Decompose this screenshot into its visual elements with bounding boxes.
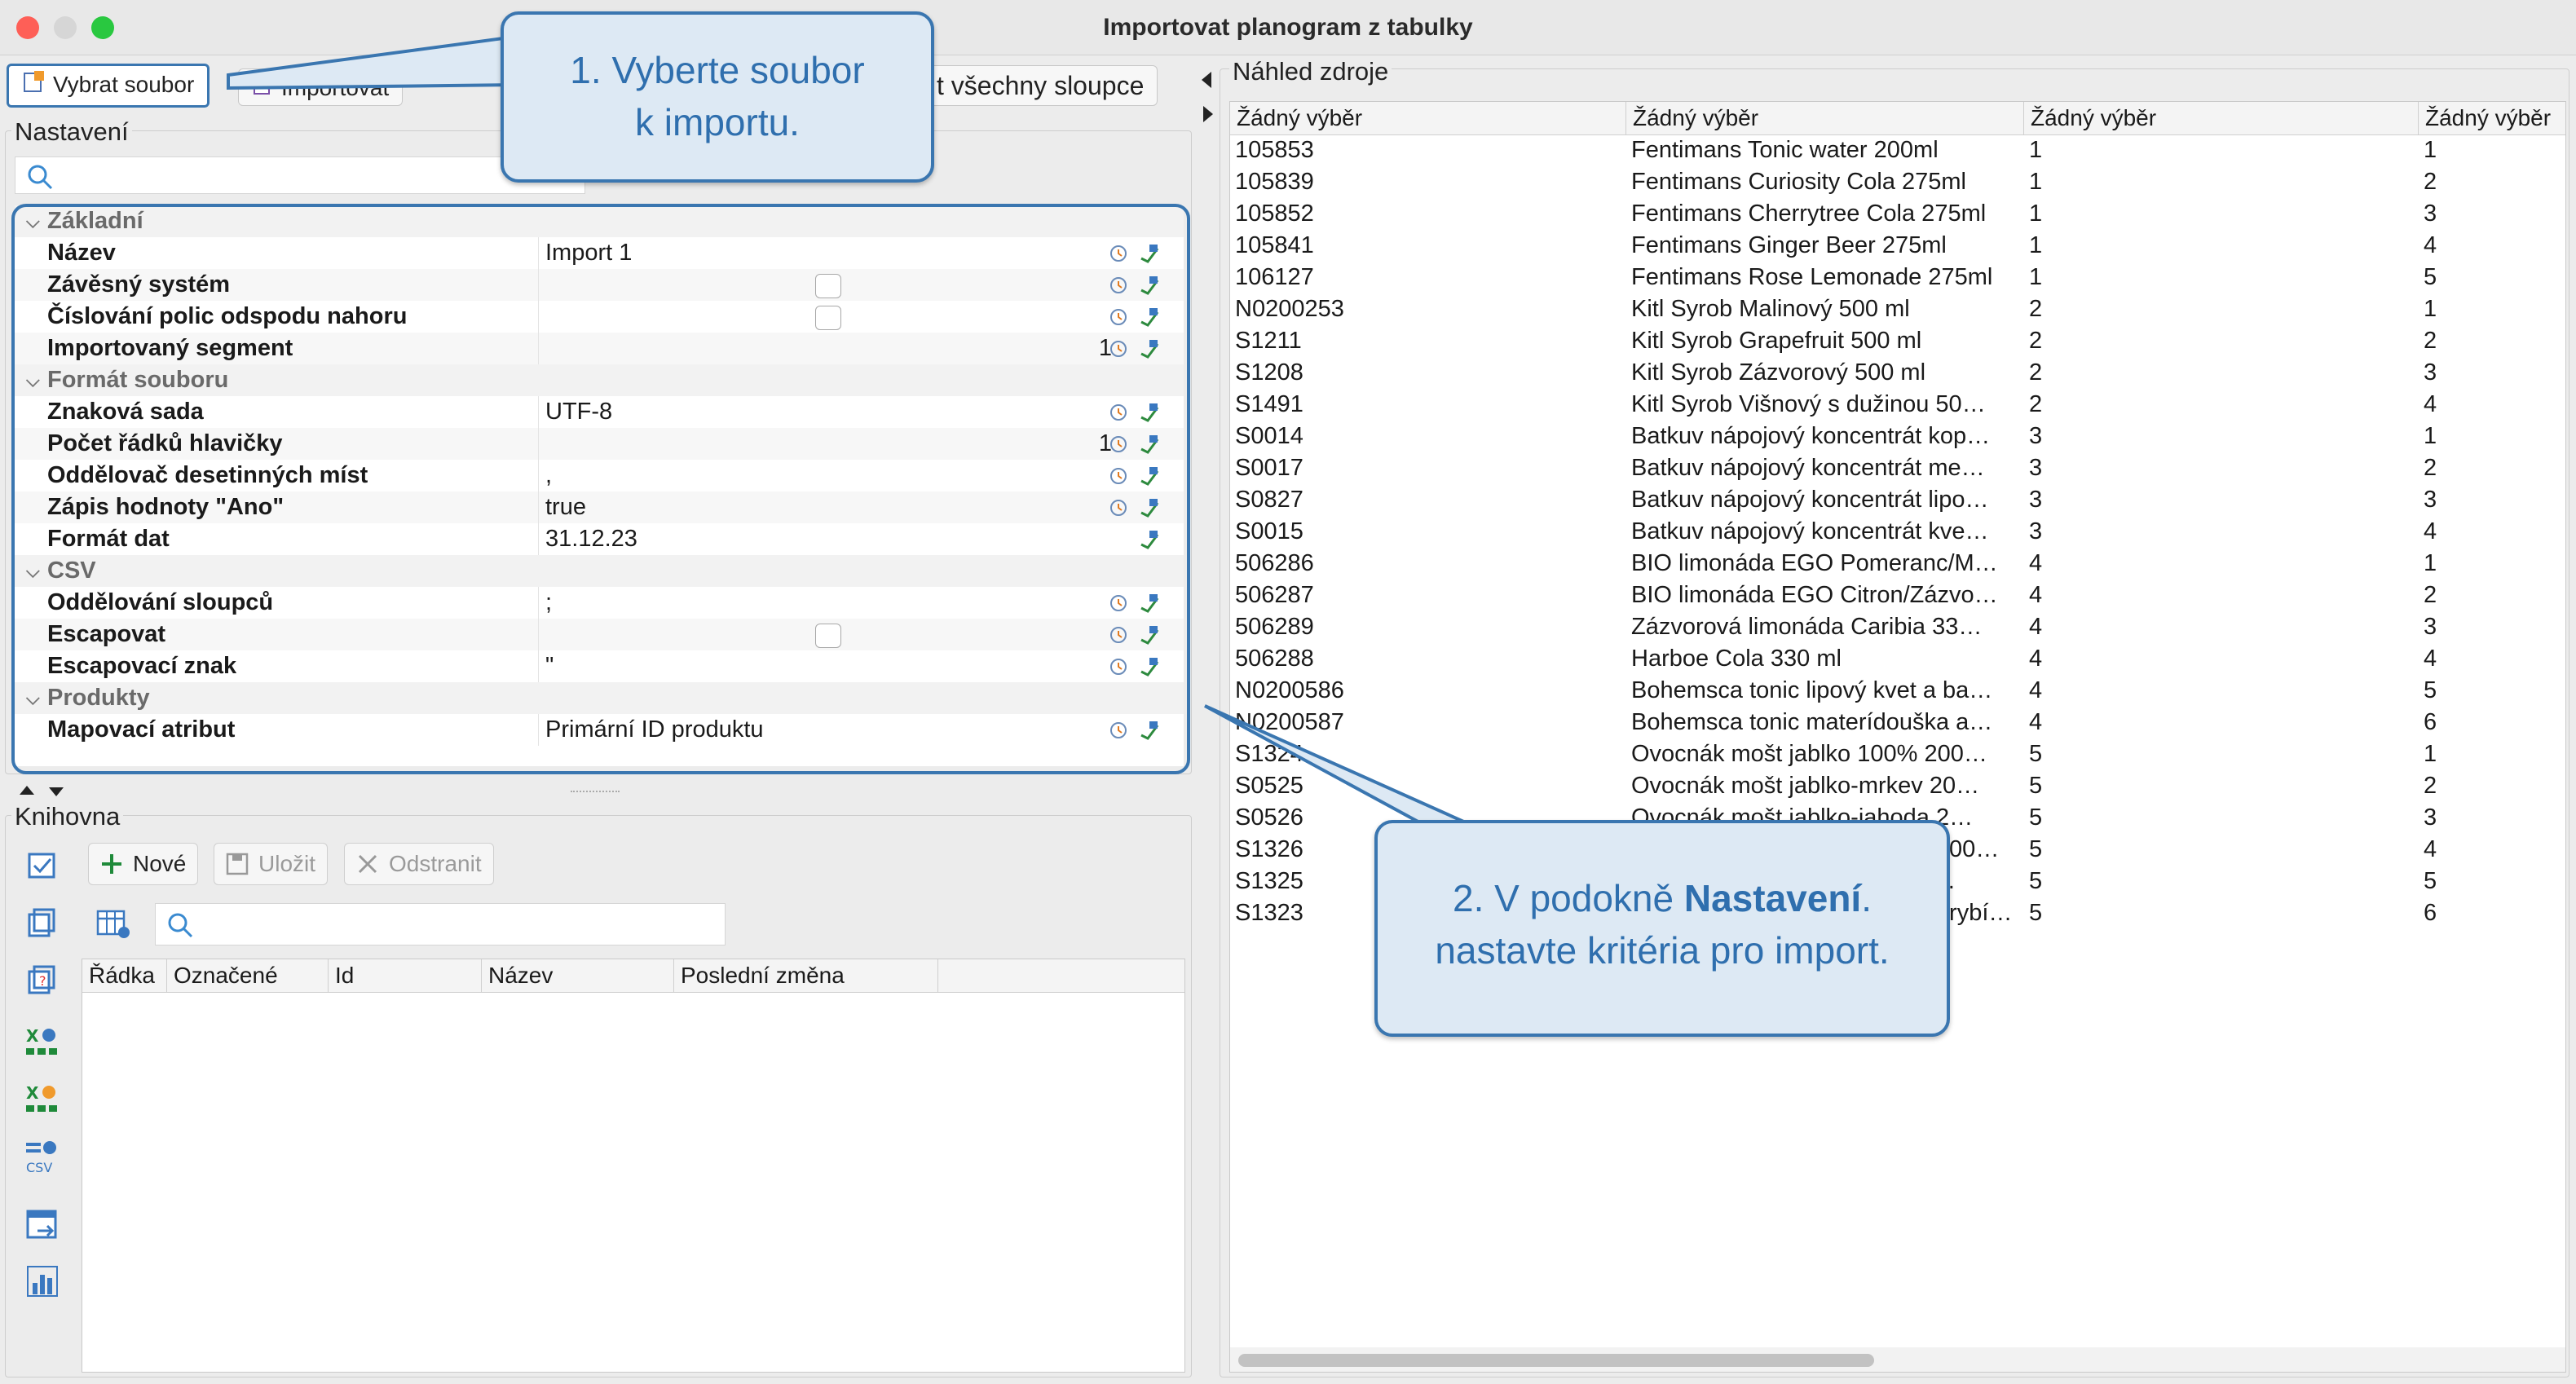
- callout-1-line-2: k importu.: [635, 101, 800, 143]
- callout-1-line-1: 1. Vyberte soubor: [570, 49, 865, 91]
- callout-connectors: [227, 33, 1471, 842]
- callout-2-prefix: 2. V podokně: [1452, 877, 1684, 919]
- callout-2-bold: Nastavení: [1683, 877, 1862, 919]
- callout-2-line-2: nastavte kritéria pro import.: [1435, 929, 1890, 972]
- callout-settings: 2. V podokně Nastavení. nastavte kritéri…: [1374, 820, 1950, 1037]
- callout-select-file: 1. Vyberte soubor k importu.: [501, 11, 934, 183]
- import-window: Importovat planogram z tabulky Vybrat so…: [0, 0, 2576, 1384]
